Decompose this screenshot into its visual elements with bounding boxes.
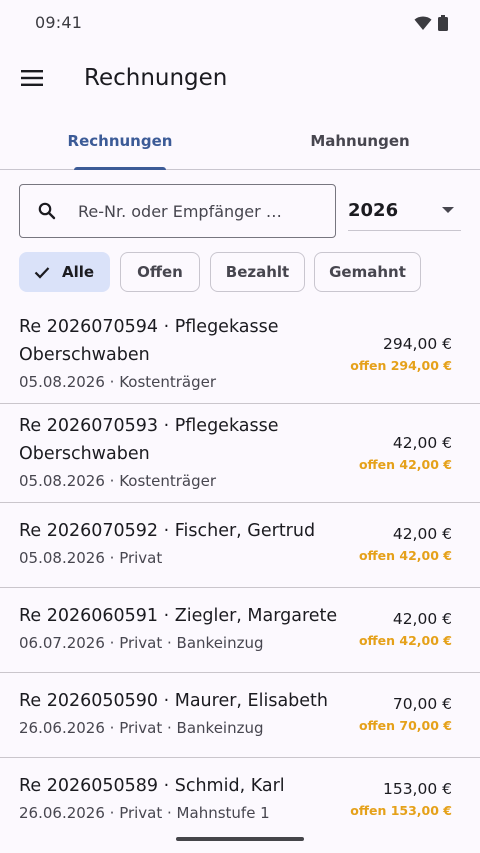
chip-label: Alle	[62, 263, 95, 281]
invoice-amount: 294,00 €	[382, 335, 452, 353]
invoice-row[interactable]: Re 2026070592 · Fischer, Gertrud 05.08.2…	[0, 503, 480, 588]
chip-label: Bezahlt	[225, 263, 290, 281]
check-icon	[34, 266, 50, 279]
invoice-row[interactable]: Re 2026050590 · Maurer, Elisabeth 26.06.…	[0, 673, 480, 758]
invoice-title: Re 2026050589 · Schmid, Karl	[19, 776, 285, 796]
invoice-subtitle: 05.08.2026 · Kostenträger	[19, 373, 217, 391]
search-icon	[37, 201, 57, 221]
filter-chip-gemahnt[interactable]: Gemahnt	[314, 252, 421, 292]
invoice-title: Re 2026050590 · Maurer, Elisabeth	[19, 691, 328, 711]
invoice-open-amount: offen 42,00 €	[358, 633, 452, 648]
invoice-open-amount: offen 42,00 €	[358, 457, 452, 472]
invoice-amount: 153,00 €	[382, 780, 452, 798]
invoice-amount: 42,00 €	[392, 525, 452, 543]
year-dropdown[interactable]: 2026	[348, 192, 461, 231]
invoice-row[interactable]: Re 2026070593 · Pflegekasse Oberschwaben…	[0, 404, 480, 503]
invoice-amount: 70,00 €	[392, 695, 452, 713]
invoice-title: Re 2026060591 · Ziegler, Margarete	[19, 606, 338, 626]
invoice-amount: 42,00 €	[392, 610, 452, 628]
status-bar: 09:41	[0, 0, 480, 48]
active-tab-indicator	[74, 167, 166, 170]
invoice-open-amount: offen 42,00 €	[358, 548, 452, 563]
invoice-subtitle: 05.08.2026 · Privat	[19, 549, 163, 567]
status-icons	[414, 15, 448, 35]
invoice-title: Re 2026070593 · Pflegekasse Oberschwaben	[19, 416, 279, 464]
status-time: 09:41	[35, 13, 83, 32]
invoice-list: Re 2026070594 · Pflegekasse Oberschwaben…	[0, 305, 480, 843]
chip-label: Offen	[137, 263, 183, 281]
search-field[interactable]	[19, 184, 336, 238]
wifi-icon	[414, 15, 432, 35]
page-title: Rechnungen	[84, 65, 228, 91]
invoice-open-amount: offen 294,00 €	[350, 358, 452, 373]
invoice-amount: 42,00 €	[392, 434, 452, 452]
tab-label: Rechnungen	[67, 131, 173, 150]
invoice-title: Re 2026070594 · Pflegekasse Oberschwaben	[19, 317, 279, 365]
invoice-subtitle: 26.06.2026 · Privat · Bankeinzug	[19, 719, 264, 737]
invoice-open-amount: offen 70,00 €	[358, 718, 452, 733]
invoice-subtitle: 05.08.2026 · Kostenträger	[19, 472, 217, 490]
menu-button[interactable]	[10, 58, 54, 102]
app-bar: Rechnungen	[0, 48, 480, 112]
search-input[interactable]	[78, 185, 318, 237]
tab-mahnungen[interactable]: Mahnungen	[240, 112, 480, 169]
chip-label: Gemahnt	[329, 263, 406, 281]
battery-icon	[438, 15, 448, 35]
invoice-row[interactable]: Re 2026070594 · Pflegekasse Oberschwaben…	[0, 305, 480, 404]
tab-rechnungen[interactable]: Rechnungen	[0, 112, 240, 170]
hamburger-menu-icon	[21, 70, 43, 90]
invoice-title: Re 2026070592 · Fischer, Gertrud	[19, 521, 316, 541]
tab-label: Mahnungen	[310, 131, 410, 150]
invoice-row[interactable]: Re 2026060591 · Ziegler, Margarete 06.07…	[0, 588, 480, 673]
invoice-subtitle: 26.06.2026 · Privat · Mahnstufe 1	[19, 804, 270, 822]
invoice-open-amount: offen 153,00 €	[350, 803, 452, 818]
tab-bar: Rechnungen Mahnungen	[0, 112, 480, 170]
year-value: 2026	[348, 200, 399, 221]
filter-chip-alle[interactable]: Alle	[19, 252, 110, 292]
filter-chip-bezahlt[interactable]: Bezahlt	[210, 252, 305, 292]
home-indicator[interactable]	[176, 837, 304, 841]
invoice-row[interactable]: Re 2026050589 · Schmid, Karl 26.06.2026 …	[0, 758, 480, 843]
invoice-subtitle: 06.07.2026 · Privat · Bankeinzug	[19, 634, 264, 652]
dropdown-arrow-icon	[442, 207, 454, 213]
filter-chip-offen[interactable]: Offen	[120, 252, 200, 292]
